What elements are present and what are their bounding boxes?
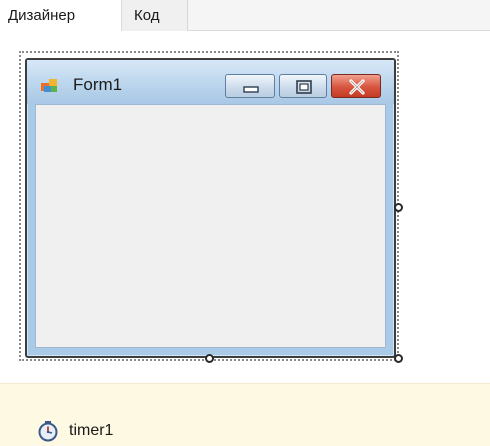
tab-code[interactable]: Код: [122, 0, 188, 31]
form-client-area[interactable]: [35, 104, 386, 348]
form-app-icon: [41, 79, 57, 92]
resize-handle-bottom[interactable]: [205, 354, 214, 363]
close-icon: [349, 79, 365, 95]
timer-icon[interactable]: [37, 420, 59, 442]
close-button[interactable]: [331, 74, 381, 98]
minimize-button[interactable]: [225, 74, 275, 98]
form-title: Form1: [73, 75, 123, 94]
tab-strip: Дизайнер Код: [0, 0, 490, 32]
resize-handle-bottom-right[interactable]: [394, 354, 403, 363]
form-window[interactable]: Form1: [25, 58, 396, 358]
resize-handle-right[interactable]: [394, 203, 403, 212]
form-designer: Дизайнер Код Form1 timer1: [0, 0, 490, 446]
maximize-icon: [296, 80, 312, 94]
component-tray: timer1: [0, 383, 490, 446]
tab-designer[interactable]: Дизайнер: [0, 0, 122, 32]
form-title-bar[interactable]: Form1: [27, 60, 394, 104]
minimize-icon: [243, 86, 259, 93]
timer-component-label[interactable]: timer1: [69, 422, 113, 440]
maximize-button[interactable]: [279, 74, 327, 98]
